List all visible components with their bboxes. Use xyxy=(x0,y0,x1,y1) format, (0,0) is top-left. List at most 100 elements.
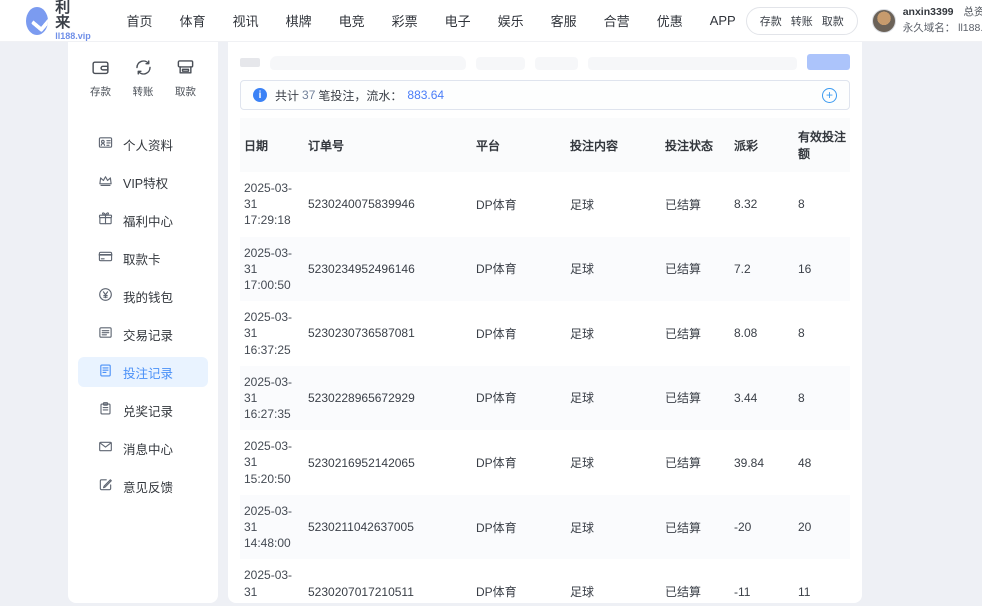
cell-payout: 8.08 xyxy=(730,301,794,366)
cell-platform: DP体育 xyxy=(472,172,566,237)
user-summary: anxin3399总资产： 1363.49元 xyxy=(903,5,982,20)
cell-bet-content: 足球 xyxy=(566,172,661,237)
column-header: 投注状态 xyxy=(661,118,730,172)
cell-bet-status: 已结算 xyxy=(661,495,730,560)
nav-item-3[interactable]: 视讯 xyxy=(233,11,259,30)
quick-action-label: 转账 xyxy=(133,84,154,99)
pill-action-2[interactable]: 转账 xyxy=(791,13,813,29)
column-header: 投注内容 xyxy=(566,118,661,172)
cell-order-number: 5230234952496146 xyxy=(304,237,472,302)
nav-item-5[interactable]: 电竞 xyxy=(339,11,365,30)
sidebar-item-label: 消息中心 xyxy=(123,439,173,458)
transactions-icon xyxy=(98,325,113,343)
cell-payout: -11 xyxy=(730,559,794,603)
total-assets: 总资产： 1363.49元 xyxy=(964,6,982,18)
gift-icon xyxy=(98,211,113,229)
sidebar-item-6[interactable]: 交易记录 xyxy=(78,319,208,349)
nav-item-4[interactable]: 棋牌 xyxy=(286,11,312,30)
cell-bet-status: 已结算 xyxy=(661,366,730,431)
date-range-input[interactable] xyxy=(270,56,466,70)
cell-order-number: 5230230736587081 xyxy=(304,301,472,366)
cell-platform: DP体育 xyxy=(472,559,566,603)
bank-card-icon xyxy=(98,249,113,267)
wallet-quick-pill: 存款转账取款 xyxy=(746,7,858,35)
nav-item-1[interactable]: 首页 xyxy=(127,11,153,30)
cell-valid-amount: 16 xyxy=(794,237,850,302)
quick-action-1[interactable]: 存款 xyxy=(90,58,111,99)
sidebar-item-9[interactable]: 消息中心 xyxy=(78,433,208,463)
filter-label xyxy=(240,58,260,67)
sidebar-quick-actions: 存款 转账 取款 xyxy=(68,58,218,99)
summary-prefix: 共计 xyxy=(275,87,299,104)
betting-records-table: 日期订单号平台投注内容投注状态派彩有效投注额 2025-03-3117:29:1… xyxy=(240,118,850,603)
query-button[interactable] xyxy=(807,54,850,70)
sidebar-item-label: 交易记录 xyxy=(123,325,173,344)
cell-bet-content: 足球 xyxy=(566,430,661,495)
quick-action-label: 存款 xyxy=(90,84,111,99)
column-header: 订单号 xyxy=(304,118,472,172)
vip-crown-icon xyxy=(98,173,113,191)
sidebar-item-7[interactable]: 投注记录 xyxy=(78,357,208,387)
cell-valid-amount: 8 xyxy=(794,366,850,431)
site-logo[interactable]: 利 来 ll188.vip xyxy=(26,0,97,41)
cell-platform: DP体育 xyxy=(472,301,566,366)
quick-action-label: 取款 xyxy=(175,84,196,99)
pill-action-3[interactable]: 取款 xyxy=(822,13,844,29)
nav-item-12[interactable]: APP xyxy=(710,13,736,28)
cell-order-number: 5230240075839946 xyxy=(304,172,472,237)
quick-action-2[interactable]: 转账 xyxy=(133,58,154,99)
filter-segment-2[interactable] xyxy=(535,57,578,70)
nav-item-10[interactable]: 合营 xyxy=(604,11,630,30)
sidebar-item-2[interactable]: VIP特权 xyxy=(78,167,208,197)
plus-circle-icon[interactable]: + xyxy=(822,88,837,103)
cell-order-number: 5230228965672929 xyxy=(304,366,472,431)
sidebar-item-5[interactable]: 我的钱包 xyxy=(78,281,208,311)
filter-bar-clipped xyxy=(240,44,850,70)
sidebar-item-8[interactable]: 兑奖记录 xyxy=(78,395,208,425)
sidebar-item-10[interactable]: 意见反馈 xyxy=(78,471,208,501)
quick-action-3[interactable]: 取款 xyxy=(175,58,196,99)
cell-bet-status: 已结算 xyxy=(661,430,730,495)
sidebar-menu: 个人资料 VIP特权 福利中心 取款卡 我的钱包 交易记录 投注记录 兑奖记录 … xyxy=(68,113,218,517)
table-row: 2025-03-3114:25:39 5230207017210511 DP体育… xyxy=(240,559,850,603)
cell-payout: 7.2 xyxy=(730,237,794,302)
cell-bet-status: 已结算 xyxy=(661,172,730,237)
cell-order-number: 5230207017210511 xyxy=(304,559,472,603)
sidebar-item-3[interactable]: 福利中心 xyxy=(78,205,208,235)
cell-bet-content: 足球 xyxy=(566,495,661,560)
cell-order-number: 5230216952142065 xyxy=(304,430,472,495)
transfer-icon xyxy=(134,58,153,80)
filter-segment-1[interactable] xyxy=(476,57,525,70)
nav-item-7[interactable]: 电子 xyxy=(445,11,471,30)
main-nav: 首页 体育 视讯 棋牌 电竞 彩票 电子 娱乐 客服 合营 优惠 APP xyxy=(127,11,736,30)
cell-valid-amount: 11 xyxy=(794,559,850,603)
top-header: 利 来 ll188.vip 首页体育视讯棋牌电竞彩票电子娱乐客服合营优惠APP … xyxy=(0,0,982,42)
cell-order-number: 5230211042637005 xyxy=(304,495,472,560)
summary-bar: i 共计 37 笔投注，流水： 883.64 + xyxy=(240,80,850,110)
nav-item-11[interactable]: 优惠 xyxy=(657,11,683,30)
column-header: 日期 xyxy=(240,118,304,172)
nav-item-8[interactable]: 娱乐 xyxy=(498,11,524,30)
nav-item-6[interactable]: 彩票 xyxy=(392,11,418,30)
cell-bet-content: 足球 xyxy=(566,366,661,431)
sidebar-item-label: 我的钱包 xyxy=(123,287,173,306)
pill-action-1[interactable]: 存款 xyxy=(760,13,782,29)
sidebar-item-label: 兑奖记录 xyxy=(123,401,173,420)
cell-date: 2025-03-3115:20:50 xyxy=(244,438,300,487)
avatar[interactable] xyxy=(872,9,896,33)
logo-name: 利 来 xyxy=(55,0,96,30)
sidebar-item-4[interactable]: 取款卡 xyxy=(78,243,208,273)
table-row: 2025-03-3114:48:00 5230211042637005 DP体育… xyxy=(240,495,850,560)
filter-segment-group[interactable] xyxy=(588,57,798,70)
sidebar: 存款 转账 取款 个人资料 VIP特权 福利中心 取款卡 我的钱包 交易记录 投… xyxy=(68,42,218,603)
footer-strip xyxy=(0,606,982,614)
nav-item-9[interactable]: 客服 xyxy=(551,11,577,30)
cell-valid-amount: 8 xyxy=(794,172,850,237)
cell-date: 2025-03-3117:29:18 xyxy=(244,180,300,229)
sidebar-item-label: 意见反馈 xyxy=(123,477,173,496)
wallet-icon xyxy=(98,287,113,305)
sidebar-item-1[interactable]: 个人资料 xyxy=(78,129,208,159)
user-box[interactable]: anxin3399总资产： 1363.49元 永久域名： ll188.vip |… xyxy=(872,5,982,36)
info-icon: i xyxy=(253,88,267,102)
nav-item-2[interactable]: 体育 xyxy=(180,11,206,30)
